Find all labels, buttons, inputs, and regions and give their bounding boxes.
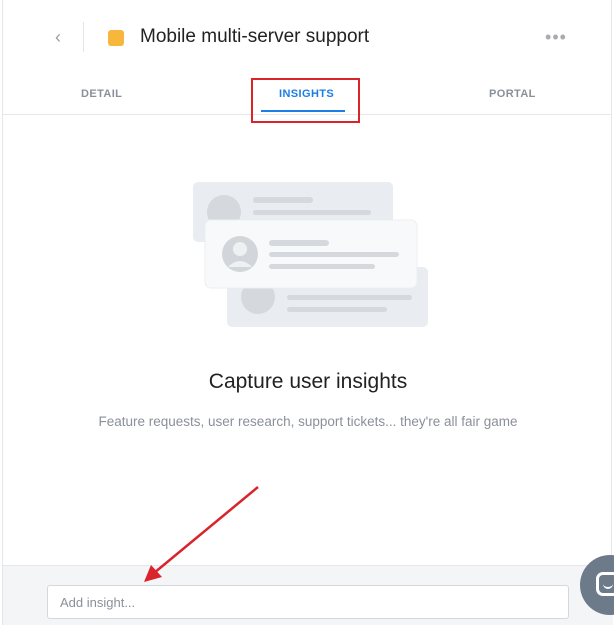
- illustration-line: [269, 264, 375, 269]
- illustration-line: [287, 307, 387, 312]
- empty-state-title: Capture user insights: [208, 370, 408, 393]
- more-options-icon[interactable]: •••: [543, 26, 569, 48]
- illustration-line: [269, 240, 329, 246]
- highlight-annotation-box: [251, 78, 360, 123]
- chat-icon: [596, 572, 614, 596]
- insight-panel: ‹ Mobile multi-server support ••• DETAIL…: [2, 0, 613, 625]
- header-divider: [83, 22, 84, 52]
- illustration-line: [269, 252, 399, 257]
- user-cards-illustration: [193, 182, 428, 327]
- illustration-avatar-head: [233, 242, 247, 256]
- back-chevron-icon[interactable]: ‹: [47, 26, 69, 48]
- illustration-line: [253, 197, 313, 203]
- empty-state-subtitle: Feature requests, user research, support…: [98, 414, 518, 429]
- tab-detail[interactable]: DETAIL: [81, 88, 122, 100]
- illustration-line: [253, 210, 371, 215]
- illustration-line: [287, 295, 412, 300]
- add-insight-footer: [3, 565, 613, 625]
- panel-header: ‹ Mobile multi-server support •••: [3, 0, 611, 76]
- page-title: Mobile multi-server support: [140, 26, 370, 47]
- feature-color-swatch[interactable]: [108, 30, 124, 46]
- add-insight-input[interactable]: [47, 585, 569, 619]
- tab-portal[interactable]: PORTAL: [489, 88, 536, 100]
